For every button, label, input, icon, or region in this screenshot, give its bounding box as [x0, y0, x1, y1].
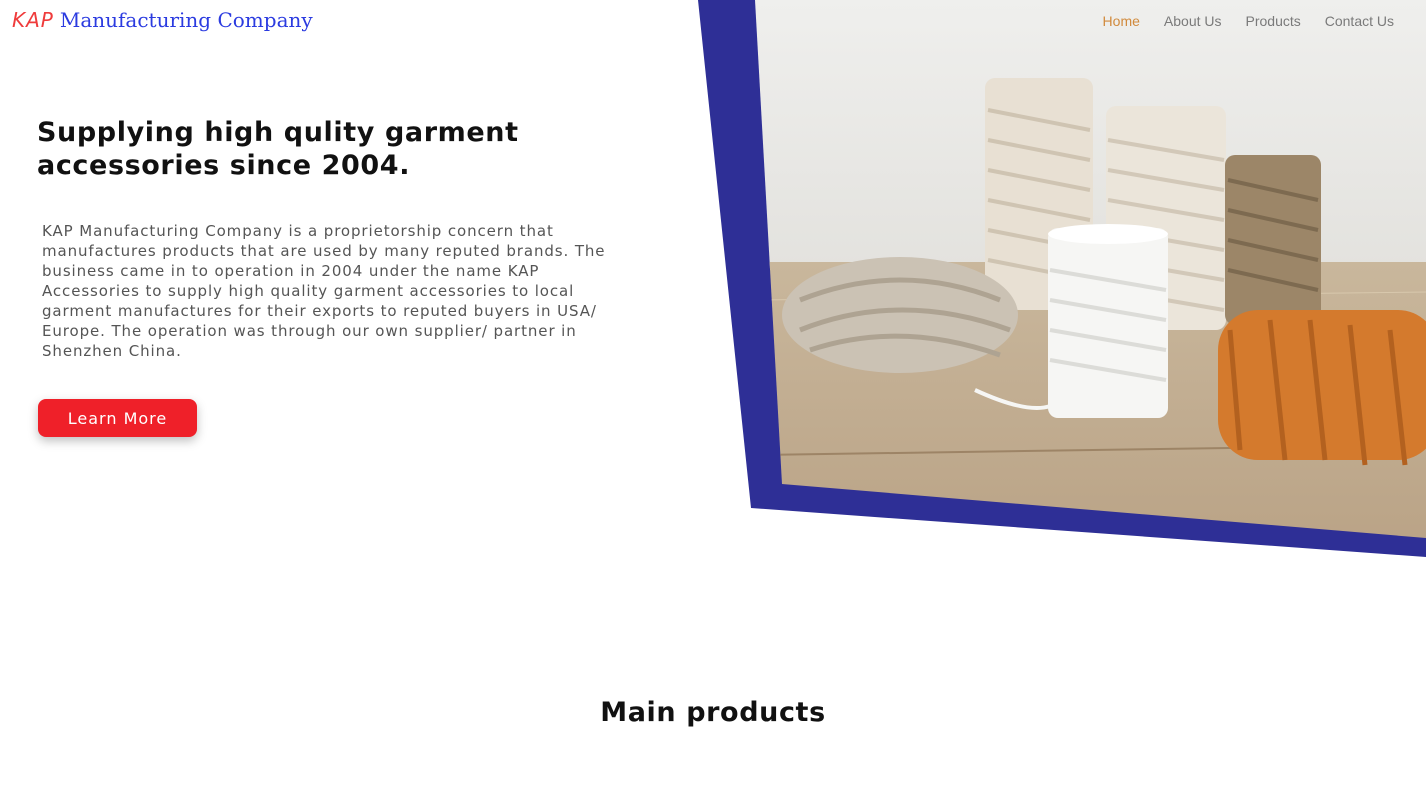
nav-about-us[interactable]: About Us	[1164, 13, 1222, 29]
nav-home[interactable]: Home	[1103, 13, 1140, 29]
brand-name: Manufacturing Company	[59, 8, 313, 32]
learn-more-button[interactable]: Learn More	[38, 399, 197, 437]
hero-headline: Supplying high qulity garment accessorie…	[37, 117, 519, 181]
brand-kap: KAP	[12, 8, 54, 32]
nav-contact-us[interactable]: Contact Us	[1325, 13, 1394, 29]
nav-products[interactable]: Products	[1246, 13, 1301, 29]
hero-description: KAP Manufacturing Company is a proprieto…	[42, 222, 606, 360]
navy-frame	[698, 0, 1426, 557]
brand-logo[interactable]: KAP Manufacturing Company	[12, 8, 313, 32]
spools-photo	[755, 0, 1426, 538]
main-nav: Home About Us Products Contact Us	[1103, 13, 1394, 29]
main-products-title: Main products	[600, 697, 826, 728]
